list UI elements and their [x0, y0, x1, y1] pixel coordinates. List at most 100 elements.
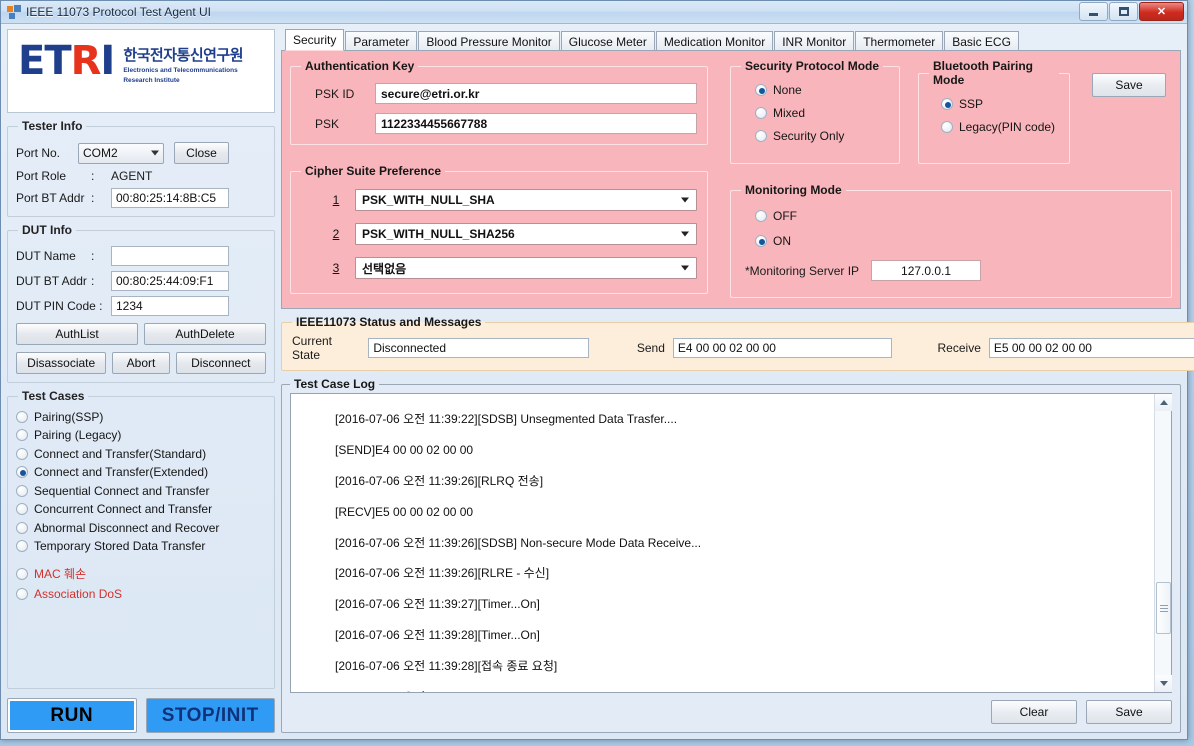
- authentication-key-group: Authentication Key PSK ID secure@etri.or…: [290, 59, 708, 145]
- scroll-down-button[interactable]: [1155, 675, 1172, 692]
- log-vertical-scrollbar[interactable]: [1154, 394, 1172, 692]
- radio-icon: [16, 447, 28, 460]
- main-window: IEEE 11073 Protocol Test Agent UI ✕ ETRI…: [0, 0, 1194, 740]
- scroll-up-button[interactable]: [1155, 394, 1172, 411]
- test-case-option-8[interactable]: MAC 훼손: [16, 565, 266, 582]
- psk-input[interactable]: 1122334455667788: [375, 113, 697, 134]
- test-case-option-3[interactable]: Connect and Transfer(Extended): [16, 465, 266, 479]
- tab-inr-monitor[interactable]: INR Monitor: [774, 31, 855, 51]
- test-case-label: MAC 훼손: [34, 567, 87, 581]
- psk-id-input[interactable]: secure@etri.or.kr: [375, 83, 697, 104]
- dut-name-row: DUT Name :: [16, 246, 266, 266]
- radio-icon: [16, 587, 28, 600]
- dut-name-input[interactable]: [111, 246, 229, 266]
- test-case-option-4[interactable]: Sequential Connect and Transfer: [16, 484, 266, 498]
- test-case-option-1[interactable]: Pairing (Legacy): [16, 428, 266, 442]
- test-case-label: Temporary Stored Data Transfer: [34, 539, 206, 553]
- tab-glucose-meter[interactable]: Glucose Meter: [560, 31, 655, 51]
- radio-icon: [755, 210, 767, 222]
- save-security-button[interactable]: Save: [1092, 73, 1166, 97]
- port-bt-addr-label: Port BT Addr: [16, 191, 85, 205]
- tab-thermometer[interactable]: Thermometer: [855, 31, 944, 51]
- bluetooth-pairing-mode-group: Bluetooth Pairing Mode SSP Legacy(PIN co…: [918, 59, 1070, 164]
- chevron-down-icon: [151, 150, 159, 156]
- test-case-log-box[interactable]: [2016-07-06 오전 11:39:22][SDSB] Unsegment…: [290, 393, 1172, 693]
- dut-pin-input[interactable]: 1234: [111, 296, 229, 316]
- security-tab-panel: Authentication Key PSK ID secure@etri.or…: [281, 50, 1181, 309]
- log-line-1: [SEND]E4 00 00 02 00 00: [335, 443, 474, 458]
- radio-icon: [16, 567, 28, 580]
- security-mode-option-none[interactable]: None: [755, 83, 889, 97]
- dut-name-label: DUT Name: [16, 249, 76, 263]
- test-case-label: Connect and Transfer(Standard): [34, 446, 207, 461]
- current-state-input[interactable]: Disconnected: [368, 338, 589, 358]
- test-case-option-5[interactable]: Concurrent Connect and Transfer: [16, 502, 266, 516]
- chevron-down-icon: [681, 265, 689, 271]
- security-mode-label: Mixed: [773, 106, 806, 120]
- port-no-select[interactable]: COM2: [78, 142, 164, 164]
- clear-log-button[interactable]: Clear: [991, 700, 1077, 724]
- auth-list-button[interactable]: AuthList: [16, 323, 138, 345]
- log-line-0: [2016-07-06 오전 11:39:22][SDSB] Unsegment…: [335, 412, 678, 427]
- cipher-select-2[interactable]: PSK_WITH_NULL_SHA256: [355, 223, 697, 245]
- test-case-option-9[interactable]: Association DoS: [16, 587, 266, 601]
- monitoring-server-ip-input[interactable]: 127.0.0.1: [871, 260, 982, 281]
- cipher-select-3[interactable]: 선택없음: [355, 257, 697, 279]
- test-case-label: Abnormal Disconnect and Recover: [34, 520, 220, 535]
- cipher-select-1[interactable]: PSK_WITH_NULL_SHA: [355, 189, 697, 211]
- tab-strip: Security Parameter Blood Pressure Monito…: [281, 29, 1181, 51]
- pairing-mode-option-ssp[interactable]: SSP: [941, 97, 1059, 111]
- status-messages-group: IEEE11073 Status and Messages Current St…: [281, 315, 1194, 371]
- tab-medication-monitor[interactable]: Medication Monitor: [655, 31, 774, 51]
- monitoring-option-on[interactable]: ON: [755, 234, 1161, 248]
- send-input[interactable]: E4 00 00 02 00 00: [672, 338, 892, 358]
- close-button[interactable]: ✕: [1139, 2, 1184, 21]
- tab-blood-pressure-monitor[interactable]: Blood Pressure Monitor: [418, 31, 560, 51]
- monitoring-server-ip-label: *Monitoring Server IP: [745, 263, 860, 278]
- tab-parameter[interactable]: Parameter: [345, 31, 418, 51]
- logo-english-line2: Research Institute: [123, 77, 180, 84]
- radio-icon-selected: [941, 98, 953, 110]
- security-protocol-mode-title: Security Protocol Mode: [745, 59, 880, 73]
- status-row: Current State Disconnected Send E4 00 00…: [292, 334, 1194, 362]
- bluetooth-pairing-mode-title: Bluetooth Pairing Mode: [933, 59, 1033, 87]
- disassociate-button[interactable]: Disassociate: [16, 352, 107, 374]
- test-case-option-0[interactable]: Pairing(SSP): [16, 410, 266, 424]
- tab-security[interactable]: Security: [285, 29, 345, 51]
- security-mode-option-mixed[interactable]: Mixed: [755, 106, 889, 120]
- cipher-row-2: 2 PSK_WITH_NULL_SHA256: [301, 223, 697, 245]
- test-case-label: Association DoS: [34, 586, 123, 601]
- maximize-button[interactable]: [1109, 2, 1138, 21]
- cipher-index-3: 3: [332, 261, 340, 275]
- abort-button[interactable]: Abort: [112, 352, 170, 374]
- security-protocol-mode-group: Security Protocol Mode None Mixed Securi…: [730, 59, 900, 164]
- receive-input[interactable]: E5 00 00 02 00 00: [988, 338, 1194, 358]
- cipher-row-3: 3 선택없음: [301, 257, 697, 279]
- monitoring-mode-title: Monitoring Mode: [745, 183, 842, 197]
- radio-icon-selected: [755, 84, 767, 96]
- stop-init-button[interactable]: STOP/INIT: [145, 698, 275, 733]
- test-case-option-7[interactable]: Temporary Stored Data Transfer: [16, 539, 266, 553]
- disconnect-button[interactable]: Disconnect: [175, 352, 266, 374]
- logo-i: I: [100, 38, 115, 84]
- port-bt-addr-input[interactable]: 00:80:25:14:8B:C5: [111, 188, 229, 208]
- security-mode-option-security-only[interactable]: Security Only: [755, 129, 889, 143]
- radio-icon: [16, 540, 28, 552]
- run-button[interactable]: RUN: [7, 698, 137, 733]
- test-case-option-2[interactable]: Connect and Transfer(Standard): [16, 447, 266, 461]
- tab-basic-ecg[interactable]: Basic ECG: [944, 31, 1019, 51]
- save-log-button[interactable]: Save: [1086, 700, 1172, 724]
- port-bt-addr-colon: :: [91, 191, 95, 205]
- test-case-option-6[interactable]: Abnormal Disconnect and Recover: [16, 521, 266, 535]
- test-cases-group: Test Cases Pairing(SSP) Pairing (Legacy)…: [7, 389, 275, 689]
- pairing-mode-option-legacy[interactable]: Legacy(PIN code): [941, 120, 1059, 134]
- test-case-label: Pairing (Legacy): [34, 428, 122, 442]
- auth-delete-button[interactable]: AuthDelete: [144, 323, 266, 345]
- psk-label: PSK: [315, 116, 340, 131]
- cipher-row-1: 1 PSK_WITH_NULL_SHA: [301, 189, 697, 211]
- monitoring-option-off[interactable]: OFF: [755, 209, 1161, 223]
- scrollbar-thumb[interactable]: [1156, 582, 1171, 634]
- close-port-button[interactable]: Close: [174, 142, 229, 164]
- dut-bt-addr-input[interactable]: 00:80:25:44:09:F1: [111, 271, 229, 291]
- minimize-button[interactable]: [1079, 2, 1108, 21]
